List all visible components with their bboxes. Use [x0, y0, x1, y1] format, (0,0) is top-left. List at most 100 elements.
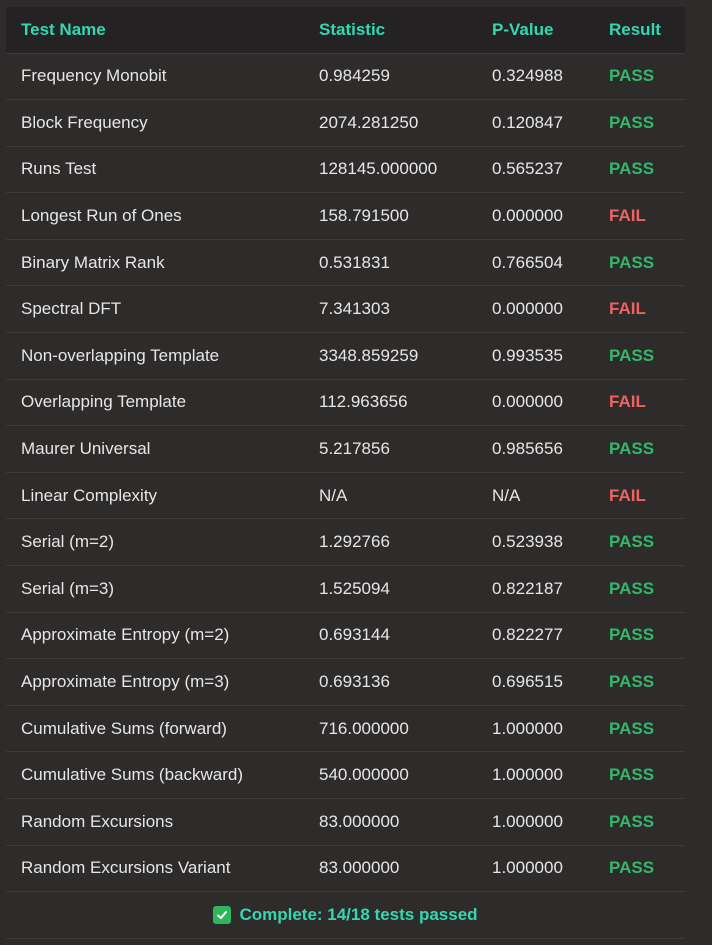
result-cell: PASS — [609, 811, 655, 831]
test-name-cell: Block Frequency — [21, 112, 148, 132]
test-name-cell: Cumulative Sums (forward) — [21, 718, 227, 738]
result-cell: PASS — [609, 66, 655, 86]
check-box-icon — [213, 906, 232, 925]
p-value-cell: 0.993535 — [492, 345, 563, 365]
p-value-cell: 0.822277 — [492, 625, 563, 645]
result-cell: PASS — [609, 578, 655, 598]
table-row: Random Excursions Variant 83.000000 1.0000… — [6, 845, 685, 892]
table-row: Random Excursions 83.000000 1.000000 PASS — [6, 799, 685, 846]
result-cell: PASS — [609, 625, 655, 645]
table-row: Cumulative Sums (forward) 716.000000 1.000… — [6, 705, 685, 752]
result-cell: PASS — [609, 718, 655, 738]
statistic-cell: 83.000000 — [319, 858, 400, 878]
test-name-cell: Non-overlapping Template — [21, 345, 220, 365]
table-row: Approximate Entropy (m=2) 0.693144 0.82227… — [6, 612, 685, 659]
p-value-cell: 1.000000 — [492, 718, 563, 738]
table-row: Spectral DFT 7.341303 0.000000 FAIL — [6, 286, 685, 333]
table-row: Frequency Monobit 0.984259 0.324988 PASS — [6, 53, 685, 100]
table-row: Cumulative Sums (backward) 540.000000 1.00… — [6, 752, 685, 799]
statistic-cell: 0.531831 — [319, 252, 390, 272]
test-name-cell: Random Excursions — [21, 811, 174, 831]
p-value-cell: 0.985656 — [492, 439, 563, 459]
result-cell: PASS — [609, 112, 655, 132]
statistic-cell: 0.984259 — [319, 66, 390, 86]
p-value-cell: 1.000000 — [492, 811, 563, 831]
test-name-cell: Runs Test — [21, 159, 97, 179]
test-name-cell: Binary Matrix Rank — [21, 252, 165, 272]
statistic-cell: 158.791500 — [319, 206, 409, 226]
table-row: Serial (m=2) 1.292766 0.523938 PASS — [6, 519, 685, 566]
test-name-cell: Approximate Entropy (m=3) — [21, 672, 230, 692]
column-header-test-name: Test Name — [6, 7, 304, 54]
result-cell: FAIL — [609, 206, 646, 226]
p-value-cell: 0.696515 — [492, 672, 563, 692]
result-cell: PASS — [609, 765, 655, 785]
summary-bar: Complete: 14/18 tests passed — [6, 892, 685, 940]
p-value-cell: 0.324988 — [492, 66, 563, 86]
test-name-cell: Serial (m=2) — [21, 532, 115, 552]
test-name-cell: Frequency Monobit — [21, 66, 167, 86]
test-name-cell: Linear Complexity — [21, 485, 158, 505]
test-name-cell: Maurer Universal — [21, 439, 151, 459]
result-cell: FAIL — [609, 485, 646, 505]
p-value-cell: 1.000000 — [492, 765, 563, 785]
p-value-cell: 0.000000 — [492, 206, 563, 226]
table-row: Maurer Universal 5.217856 0.985656 PASS — [6, 426, 685, 473]
statistic-cell: 5.217856 — [319, 439, 390, 459]
test-name-cell: Longest Run of Ones — [21, 206, 182, 226]
statistic-cell: N/A — [319, 485, 348, 505]
results-panel: Test Name Statistic P-Value Result Frequ… — [6, 7, 685, 940]
column-header-statistic: Statistic — [304, 7, 477, 54]
statistic-cell: 112.963656 — [319, 392, 408, 412]
statistic-cell: 7.341303 — [319, 299, 390, 319]
result-cell: PASS — [609, 672, 655, 692]
statistic-cell: 716.000000 — [319, 718, 409, 738]
table-row: Block Frequency 2074.281250 0.120847 PASS — [6, 100, 685, 147]
test-name-cell: Serial (m=3) — [21, 578, 115, 598]
result-cell: PASS — [609, 159, 655, 179]
test-name-cell: Random Excursions Variant — [21, 858, 231, 878]
test-name-cell: Overlapping Template — [21, 392, 187, 412]
column-header-result: Result — [594, 7, 685, 54]
statistic-cell: 540.000000 — [319, 765, 409, 785]
result-cell: PASS — [609, 532, 655, 552]
p-value-cell: 0.822187 — [492, 578, 563, 598]
table-header: Test Name Statistic P-Value Result — [6, 7, 685, 54]
table-row: Longest Run of Ones 158.791500 0.000000 FAI… — [6, 193, 685, 240]
p-value-cell: 0.000000 — [492, 299, 563, 319]
statistic-cell: 1.292766 — [319, 532, 390, 552]
result-cell: PASS — [609, 345, 655, 365]
statistic-cell: 0.693144 — [319, 625, 390, 645]
summary-text: Complete: 14/18 tests passed — [239, 905, 478, 925]
p-value-cell: 0.766504 — [492, 252, 563, 272]
p-value-cell: 0.120847 — [492, 112, 563, 132]
statistic-cell: 3348.859259 — [319, 345, 419, 365]
p-value-cell: 0.565237 — [492, 159, 563, 179]
test-name-cell: Approximate Entropy (m=2) — [21, 625, 230, 645]
statistic-cell: 128145.000000 — [319, 159, 438, 179]
table-row: Approximate Entropy (m=3) 0.693136 0.69651… — [6, 659, 685, 706]
header-row: Test Name Statistic P-Value Result — [6, 7, 685, 54]
p-value-cell: 0.523938 — [492, 532, 563, 552]
table-row: Non-overlapping Template 3348.859259 0.993… — [6, 333, 685, 380]
table-row: Overlapping Template 112.963656 0.000000 FA… — [6, 379, 685, 426]
p-value-cell: N/A — [492, 485, 521, 505]
table-row: Serial (m=3) 1.525094 0.822187 PASS — [6, 566, 685, 613]
statistic-cell: 0.693136 — [319, 672, 390, 692]
result-cell: PASS — [609, 439, 655, 459]
statistic-cell: 83.000000 — [319, 811, 400, 831]
result-cell: FAIL — [609, 299, 646, 319]
table-row: Linear Complexity N/A N/A FAIL — [6, 472, 685, 519]
p-value-cell: 1.000000 — [492, 858, 563, 878]
result-cell: PASS — [609, 252, 655, 272]
test-name-cell: Spectral DFT — [21, 299, 122, 319]
table-row: Binary Matrix Rank 0.531831 0.766504 PASS — [6, 239, 685, 286]
table-row: Runs Test 128145.000000 0.565237 PASS — [6, 146, 685, 193]
column-header-p-value: P-Value — [477, 7, 594, 54]
statistic-cell: 1.525094 — [319, 578, 390, 598]
statistic-cell: 2074.281250 — [319, 112, 419, 132]
p-value-cell: 0.000000 — [492, 392, 563, 412]
table-body: Frequency Monobit 0.984259 0.324988 PASS Blo… — [6, 53, 685, 892]
result-cell: FAIL — [609, 392, 646, 412]
test-results-table: Test Name Statistic P-Value Result Frequ… — [6, 7, 685, 892]
